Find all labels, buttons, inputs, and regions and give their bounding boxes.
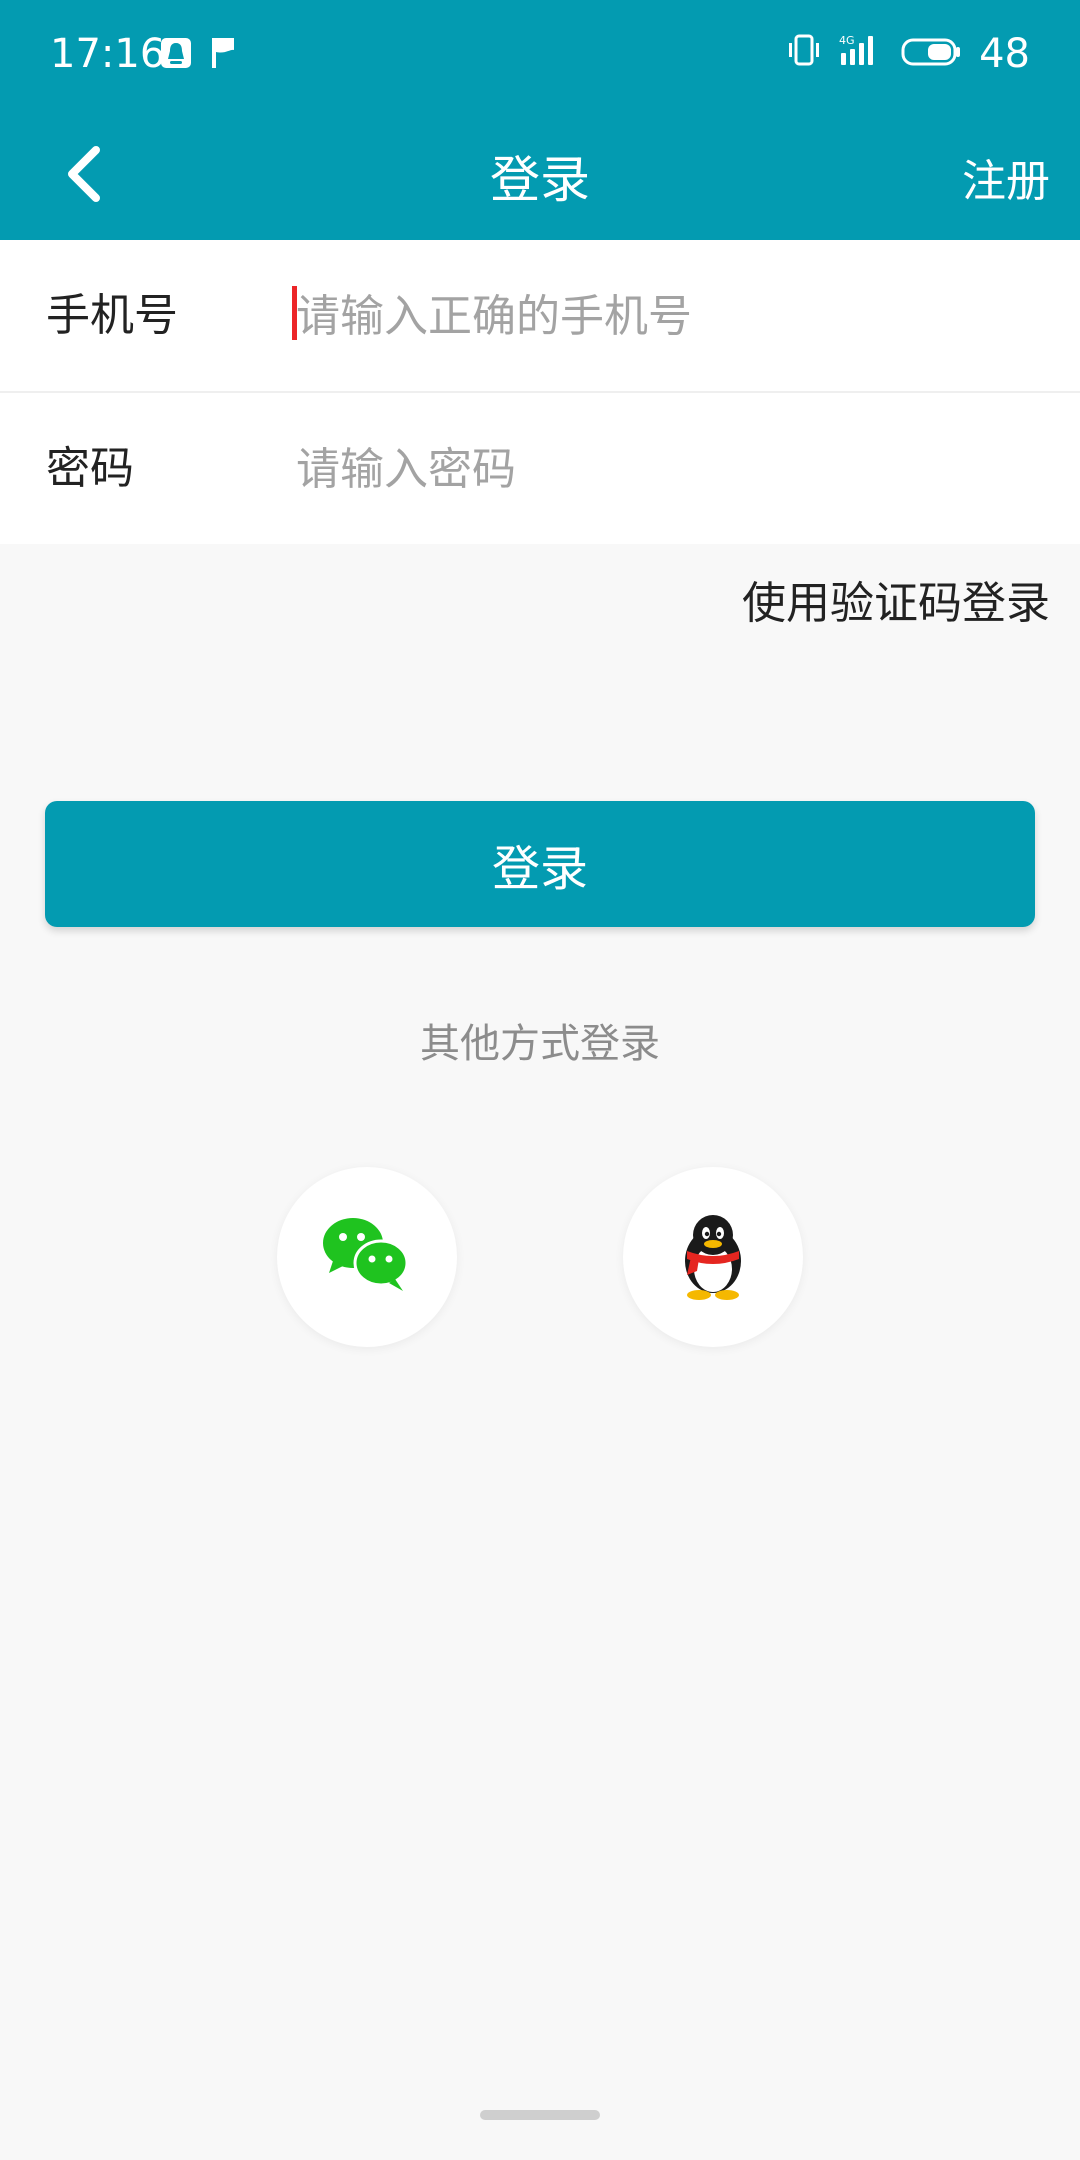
status-time: 17:16 (50, 31, 166, 77)
phone-label: 手机号 (46, 290, 178, 341)
nav-bar: 登录 注册 (0, 108, 1080, 240)
qq-notification-icon (160, 37, 192, 73)
status-right: 4G 48 (787, 28, 1030, 80)
text-cursor (292, 286, 297, 340)
sms-code-login-link[interactable]: 使用验证码登录 (742, 578, 1050, 630)
password-row: 密码 (0, 393, 1080, 544)
flag-icon (210, 36, 238, 74)
password-label: 密码 (46, 443, 134, 494)
phone-row: 手机号 (0, 240, 1080, 393)
qq-penguin-icon (673, 1209, 753, 1305)
signal-4g-icon: 4G (839, 28, 883, 80)
phone-input[interactable] (296, 286, 1016, 346)
qq-login-button[interactable] (623, 1167, 803, 1347)
wechat-login-button[interactable] (277, 1167, 457, 1347)
wechat-icon (319, 1215, 415, 1299)
other-login-methods-label: 其他方式登录 (420, 1021, 660, 1067)
status-bar: 17:16 4G 48 (0, 0, 1080, 108)
register-link[interactable]: 注册 (962, 156, 1050, 208)
svg-text:4G: 4G (839, 34, 855, 47)
battery-level: 48 (979, 31, 1030, 77)
login-button[interactable]: 登录 (45, 801, 1035, 927)
login-form: 手机号 密码 (0, 240, 1080, 544)
status-left-icons (160, 36, 238, 74)
home-indicator[interactable] (480, 2110, 600, 2120)
password-input[interactable] (296, 439, 1016, 499)
battery-icon (901, 28, 961, 80)
page-title: 登录 (490, 151, 590, 209)
vibrate-icon (787, 28, 821, 80)
